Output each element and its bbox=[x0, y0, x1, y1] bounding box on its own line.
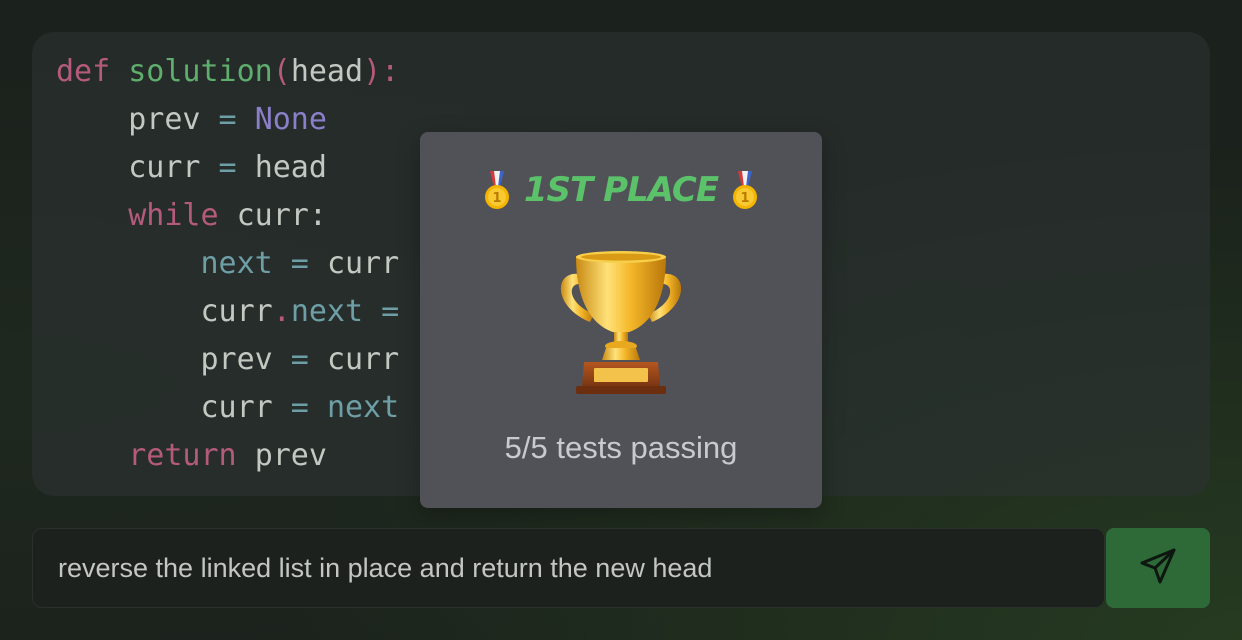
code-token: curr bbox=[326, 246, 400, 281]
code-line: prev = None bbox=[56, 96, 327, 144]
gold-medal-icon: 1 bbox=[482, 169, 512, 211]
svg-text:1: 1 bbox=[741, 191, 750, 206]
code-token: = bbox=[272, 246, 327, 281]
code-line: return prev bbox=[56, 432, 327, 480]
code-token: curr bbox=[200, 294, 273, 329]
code-token: head bbox=[290, 54, 364, 89]
code-token: solution bbox=[128, 54, 273, 89]
code-token: curr bbox=[326, 342, 400, 377]
send-icon bbox=[1138, 546, 1178, 590]
code-token: None bbox=[254, 102, 327, 137]
trophy-icon bbox=[550, 248, 692, 396]
code-token: : bbox=[308, 198, 327, 233]
code-line: curr = next bbox=[56, 384, 400, 432]
code-token: def bbox=[56, 54, 111, 89]
result-title: 1ST PLACE bbox=[523, 170, 719, 210]
code-token: = bbox=[272, 390, 327, 425]
code-line: curr = head bbox=[56, 144, 327, 192]
code-token: = bbox=[272, 342, 327, 377]
code-token: = bbox=[363, 294, 400, 329]
code-token: next bbox=[200, 246, 273, 281]
code-line: prev = curr bbox=[56, 336, 400, 384]
code-token: = bbox=[200, 150, 255, 185]
code-token: curr bbox=[236, 198, 309, 233]
code-token: while bbox=[128, 198, 219, 233]
code-token: prev bbox=[254, 438, 327, 473]
code-line: next = curr bbox=[56, 240, 400, 288]
code-token: ( bbox=[272, 54, 291, 89]
code-token: head bbox=[254, 150, 327, 185]
code-token: return bbox=[128, 438, 237, 473]
code-token: next bbox=[326, 390, 400, 425]
code-line: def solution(head): bbox=[56, 48, 399, 96]
code-line: while curr: bbox=[56, 192, 327, 240]
code-token: prev bbox=[128, 102, 201, 137]
code-token: prev bbox=[200, 342, 273, 377]
code-token: curr bbox=[128, 150, 201, 185]
prompt-input-box[interactable]: reverse the linked list in place and ret… bbox=[32, 528, 1105, 608]
code-line: curr.next = bbox=[56, 288, 400, 336]
prompt-input[interactable]: reverse the linked list in place and ret… bbox=[58, 529, 1088, 607]
result-card: 1 1ST PLACE 1 5/5 tests passing bbox=[420, 132, 822, 508]
code-token: curr bbox=[200, 390, 273, 425]
svg-text:1: 1 bbox=[492, 191, 501, 206]
result-status: 5/5 tests passing bbox=[504, 430, 738, 465]
code-token: . bbox=[272, 294, 291, 329]
gold-medal-icon: 1 bbox=[730, 169, 760, 211]
result-title-row: 1 1ST PLACE 1 bbox=[420, 168, 822, 212]
code-token: = bbox=[200, 102, 255, 137]
code-token: ): bbox=[363, 54, 400, 89]
code-token: next bbox=[290, 294, 364, 329]
send-button[interactable] bbox=[1106, 528, 1210, 608]
